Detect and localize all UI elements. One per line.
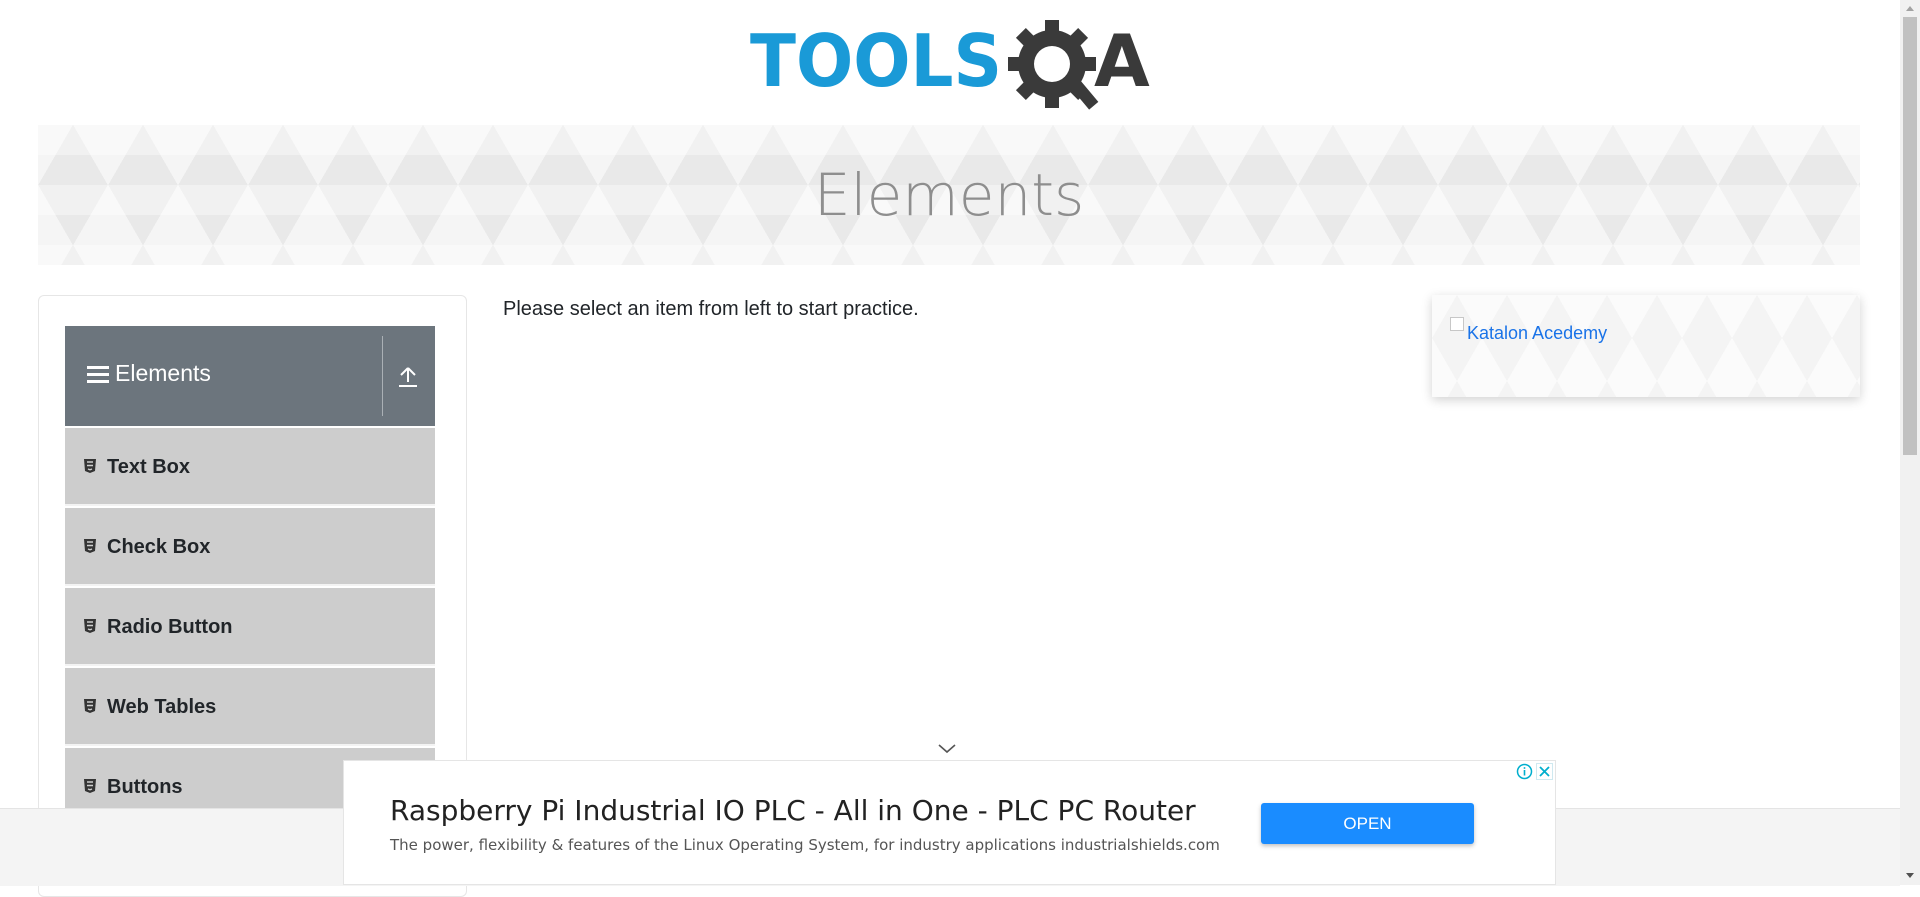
html5-icon: [84, 619, 96, 633]
collapse-group-button[interactable]: [383, 326, 435, 426]
sidebar-item-label: Radio Button: [107, 616, 233, 638]
sidebar-item-label: Text Box: [107, 456, 190, 478]
ad-description: The power, flexibility & features of the…: [390, 836, 1220, 854]
sidebar-group-title: Elements: [115, 360, 211, 386]
page-scrollbar[interactable]: [1900, 0, 1920, 885]
sidebar-item-label: Web Tables: [107, 696, 217, 718]
upload-arrow-icon: [399, 367, 417, 387]
bottom-ad-banner[interactable]: Raspberry Pi Industrial IO PLC - All in …: [343, 760, 1556, 885]
scroll-down-arrow-icon[interactable]: [1906, 873, 1914, 878]
toolsqa-logo-graphic: TOOLS A: [750, 19, 1150, 110]
svg-text:TOOLS: TOOLS: [750, 19, 1002, 103]
chevron-down-icon[interactable]: [937, 743, 957, 755]
sidebar-item-check-box[interactable]: Check Box: [65, 508, 435, 586]
ad-headline[interactable]: Raspberry Pi Industrial IO PLC - All in …: [390, 794, 1196, 827]
sidebar-item-label: Check Box: [107, 536, 211, 558]
html5-icon: [84, 699, 96, 713]
scrollbar-thumb[interactable]: [1903, 17, 1917, 455]
ad-info-icon[interactable]: [1516, 763, 1533, 780]
sidebar-item-text-box[interactable]: Text Box: [65, 428, 435, 506]
html5-icon: [84, 779, 96, 793]
html5-icon: [84, 539, 96, 553]
broken-image-icon: [1450, 317, 1464, 331]
ad-open-button[interactable]: OPEN: [1261, 803, 1474, 844]
toolsqa-logo[interactable]: TOOLS A: [750, 18, 1154, 114]
side-ad-alt-text[interactable]: Katalon Acedemy: [1467, 323, 1607, 344]
sidebar-item-label: Buttons: [107, 776, 183, 798]
sidebar-item-web-tables[interactable]: Web Tables: [65, 668, 435, 746]
html5-icon: [84, 459, 96, 473]
gear-magnifier-icon: [1008, 20, 1099, 110]
scroll-up-arrow-icon[interactable]: [1906, 6, 1914, 11]
page-banner: Elements: [38, 125, 1860, 265]
svg-text:A: A: [1094, 19, 1150, 103]
sidebar-item-radio-button[interactable]: Radio Button: [65, 588, 435, 666]
page-title: Elements: [813, 161, 1085, 229]
instruction-text: Please select an item from left to start…: [503, 298, 919, 320]
ad-close-icon[interactable]: [1536, 763, 1553, 780]
side-ad-banner[interactable]: Katalon Acedemy: [1432, 295, 1860, 397]
sidebar-group-elements[interactable]: Elements: [65, 326, 435, 426]
hamburger-menu-icon: [87, 366, 109, 383]
